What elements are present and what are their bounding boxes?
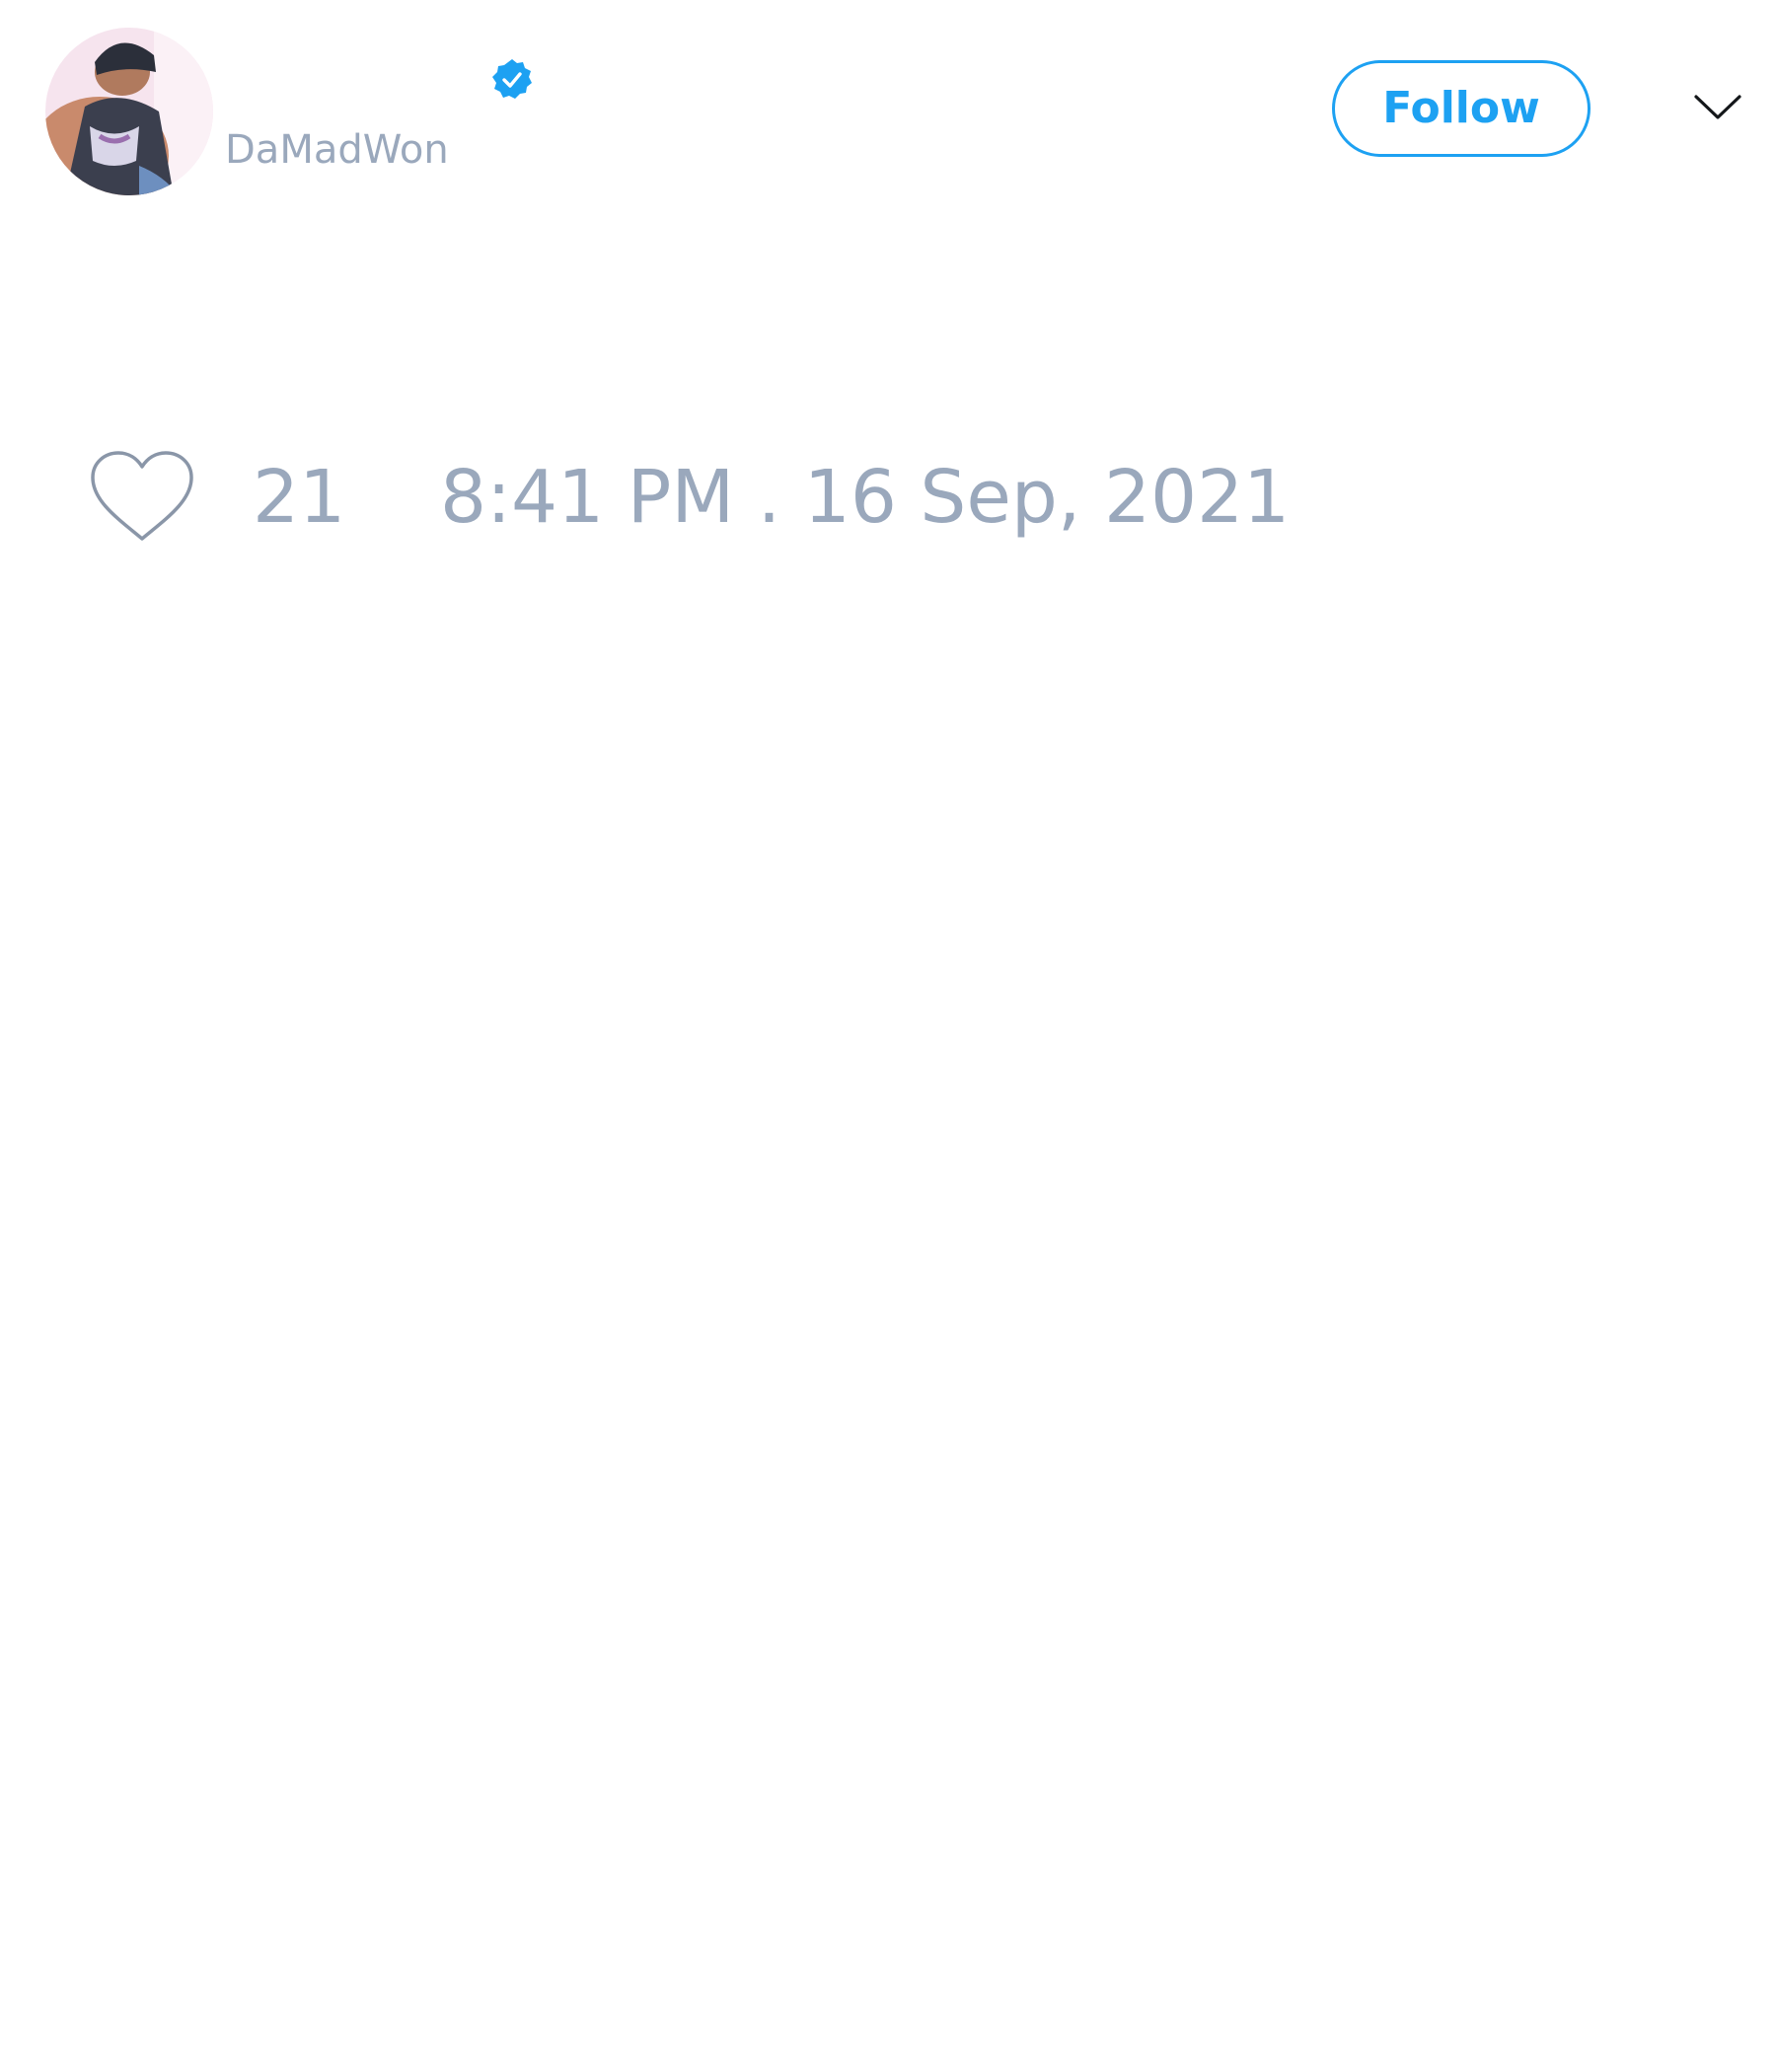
author-handle[interactable]: DaMadWon [225, 126, 449, 174]
tweet-timestamp[interactable]: 8:41 PM . 16 Sep, 2021 [440, 456, 1290, 539]
like-count: 21 [253, 455, 346, 540]
heart-icon[interactable] [89, 450, 195, 545]
follow-button[interactable]: Follow [1332, 60, 1591, 157]
avatar[interactable] [45, 28, 213, 195]
avatar-photo [45, 28, 213, 195]
verified-badge-icon [492, 59, 532, 99]
chevron-down-icon[interactable] [1693, 93, 1742, 122]
